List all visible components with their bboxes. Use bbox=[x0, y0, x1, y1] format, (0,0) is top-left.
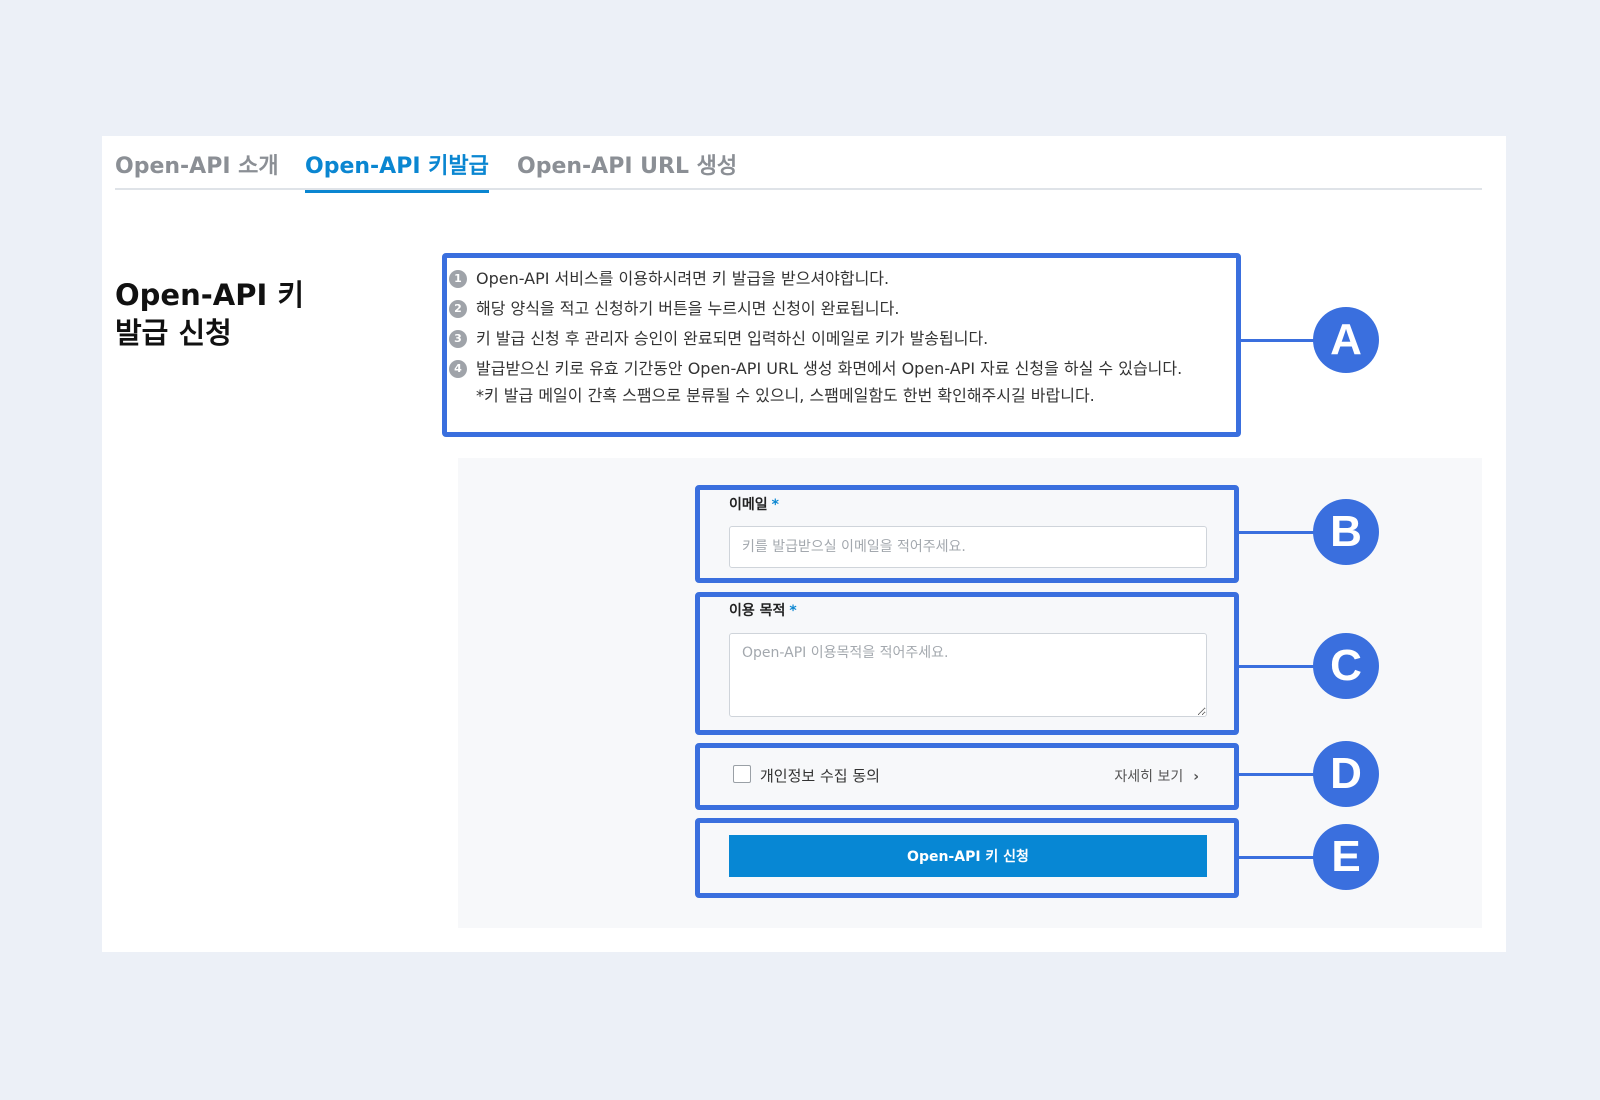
annotation-marker-a: A bbox=[1313, 307, 1379, 373]
annotation-connector-e bbox=[1239, 856, 1317, 859]
annotation-box-a bbox=[442, 253, 1241, 437]
tab-open-api-key-issue[interactable]: Open-API 키발급 bbox=[305, 148, 489, 193]
annotation-marker-c: C bbox=[1313, 633, 1379, 699]
annotation-box-c bbox=[695, 592, 1239, 735]
section-title: Open-API 키 발급 신청 bbox=[115, 278, 305, 350]
annotation-box-e bbox=[695, 818, 1239, 898]
annotation-marker-e: E bbox=[1313, 824, 1379, 890]
annotation-marker-d: D bbox=[1313, 741, 1379, 807]
annotation-connector-c bbox=[1239, 665, 1317, 668]
tab-open-api-intro[interactable]: Open-API 소개 bbox=[115, 148, 279, 180]
annotation-marker-b: B bbox=[1313, 499, 1379, 565]
annotation-box-b bbox=[695, 485, 1239, 583]
annotation-connector-d bbox=[1239, 773, 1317, 776]
annotation-connector-b bbox=[1239, 531, 1317, 534]
annotation-connector-a bbox=[1241, 339, 1317, 342]
tab-open-api-url-create[interactable]: Open-API URL 생성 bbox=[517, 148, 737, 180]
tab-bar: Open-API 소개 Open-API 키발급 Open-API URL 생성 bbox=[115, 136, 1482, 193]
annotation-box-d bbox=[695, 743, 1239, 810]
